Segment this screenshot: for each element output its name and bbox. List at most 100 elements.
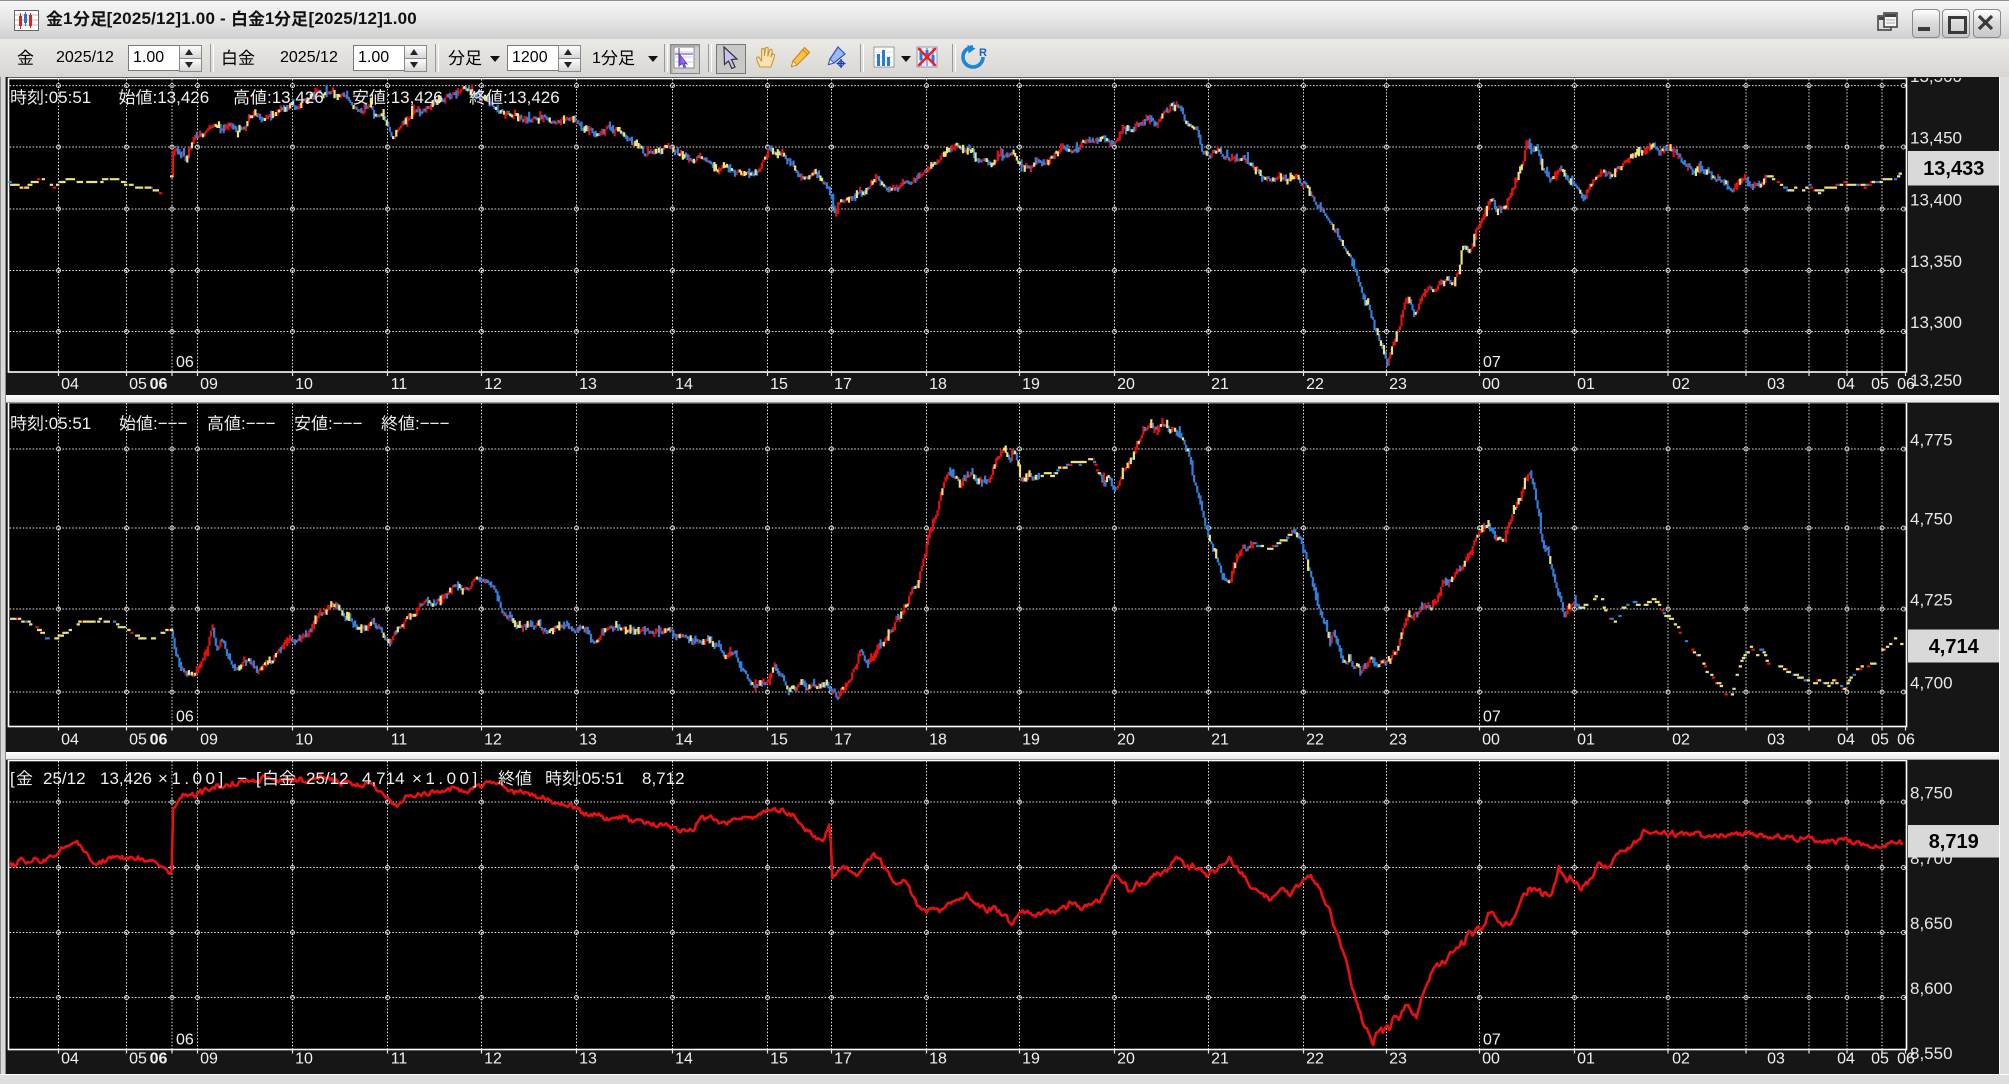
svg-text::13,426: :13,426 (153, 88, 210, 107)
svg-text:13,300: 13,300 (1910, 313, 1962, 332)
svg-text:06: 06 (1897, 376, 1915, 393)
svg-text:8,712: 8,712 (642, 769, 685, 788)
svg-text:13,500: 13,500 (1910, 67, 1962, 86)
svg-text:06: 06 (176, 1032, 194, 1049)
svg-text:25/12: 25/12 (43, 769, 86, 788)
svg-text:06: 06 (176, 709, 194, 726)
svg-text:22: 22 (1306, 732, 1324, 749)
svg-text::05:51: :05:51 (577, 769, 624, 788)
svg-text:19: 19 (1022, 732, 1040, 749)
svg-text:06: 06 (1897, 732, 1915, 749)
svg-text:05: 05 (129, 732, 147, 749)
svg-text::05:51: :05:51 (44, 88, 91, 107)
svg-text:17: 17 (834, 1051, 852, 1068)
svg-text::13,426: :13,426 (267, 88, 324, 107)
svg-text:8,750: 8,750 (1910, 784, 1953, 803)
svg-text:4,775: 4,775 (1910, 431, 1953, 450)
svg-text:21: 21 (1211, 732, 1229, 749)
svg-text:04: 04 (1837, 1051, 1855, 1068)
svg-text:02: 02 (1672, 1051, 1690, 1068)
svg-text:05: 05 (129, 1051, 147, 1068)
svg-text:05: 05 (1871, 1051, 1889, 1068)
svg-text:4,714: 4,714 (362, 769, 405, 788)
svg-text:13: 13 (579, 732, 597, 749)
svg-text:14: 14 (675, 1051, 693, 1068)
svg-text:[: [ (10, 769, 15, 788)
svg-text:04: 04 (61, 376, 79, 393)
svg-text:03: 03 (1767, 1051, 1785, 1068)
svg-text:19: 19 (1022, 376, 1040, 393)
svg-text::−−−: :−−− (241, 414, 276, 433)
svg-text:00: 00 (1482, 376, 1500, 393)
svg-text:13,350: 13,350 (1910, 252, 1962, 271)
svg-text:06: 06 (150, 732, 168, 749)
svg-text:×1.00]: ×1.00] (158, 769, 227, 788)
svg-text:25/12: 25/12 (306, 769, 349, 788)
svg-text:00: 00 (1482, 1051, 1500, 1068)
svg-text:13,250: 13,250 (1910, 371, 1962, 390)
svg-text::13,426: :13,426 (503, 88, 560, 107)
svg-text:01: 01 (1577, 732, 1595, 749)
svg-text:×1.00]: ×1.00] (412, 769, 481, 788)
svg-text:06: 06 (150, 1051, 168, 1068)
svg-text:06: 06 (176, 354, 194, 371)
svg-text:03: 03 (1767, 376, 1785, 393)
svg-text:05: 05 (1871, 376, 1889, 393)
svg-text::−−−: :−−− (415, 414, 450, 433)
svg-text:09: 09 (200, 732, 218, 749)
svg-text:07: 07 (1483, 1032, 1501, 1049)
svg-text:10: 10 (295, 376, 313, 393)
svg-text:11: 11 (391, 1051, 408, 1068)
svg-text:[: [ (256, 769, 261, 788)
svg-text:22: 22 (1306, 376, 1324, 393)
svg-text:05: 05 (1871, 732, 1889, 749)
svg-text:13: 13 (579, 1051, 597, 1068)
svg-text:4,700: 4,700 (1910, 674, 1953, 693)
svg-text:13,433: 13,433 (1923, 158, 1984, 180)
svg-text:15: 15 (770, 1051, 788, 1068)
svg-text:13,426: 13,426 (100, 769, 152, 788)
svg-text:18: 18 (929, 1051, 947, 1068)
svg-text:8,650: 8,650 (1910, 914, 1953, 933)
svg-text:20: 20 (1117, 732, 1135, 749)
svg-text:02: 02 (1672, 732, 1690, 749)
svg-text:01: 01 (1577, 376, 1595, 393)
svg-text:17: 17 (834, 376, 852, 393)
svg-text:11: 11 (391, 732, 408, 749)
svg-text:12: 12 (484, 376, 502, 393)
svg-text:04: 04 (61, 732, 79, 749)
svg-text:23: 23 (1389, 1051, 1407, 1068)
svg-text:12: 12 (484, 1051, 502, 1068)
svg-text:13: 13 (579, 376, 597, 393)
svg-text:22: 22 (1306, 1051, 1324, 1068)
svg-text:15: 15 (770, 376, 788, 393)
svg-text:23: 23 (1389, 376, 1407, 393)
svg-text:11: 11 (391, 376, 408, 393)
svg-text:17: 17 (834, 732, 852, 749)
svg-text:05: 05 (129, 376, 147, 393)
svg-text:14: 14 (675, 732, 693, 749)
svg-text:−: − (237, 769, 247, 788)
svg-text:18: 18 (929, 732, 947, 749)
svg-text:01: 01 (1577, 1051, 1595, 1068)
svg-text:20: 20 (1117, 1051, 1135, 1068)
svg-text:8,719: 8,719 (1929, 831, 1979, 853)
svg-text:10: 10 (295, 732, 313, 749)
svg-text:20: 20 (1117, 376, 1135, 393)
svg-text::05:51: :05:51 (44, 414, 91, 433)
svg-text::−−−: :−−− (153, 414, 188, 433)
svg-text:09: 09 (200, 1051, 218, 1068)
svg-text:02: 02 (1672, 376, 1690, 393)
svg-text:4,714: 4,714 (1929, 636, 1980, 658)
svg-text:09: 09 (200, 376, 218, 393)
svg-text:4,725: 4,725 (1910, 591, 1953, 610)
svg-text:03: 03 (1767, 732, 1785, 749)
svg-text:07: 07 (1483, 354, 1501, 371)
svg-text:4,750: 4,750 (1910, 510, 1953, 529)
svg-text:21: 21 (1211, 376, 1229, 393)
svg-text:15: 15 (770, 732, 788, 749)
svg-text:13,400: 13,400 (1910, 191, 1962, 210)
svg-text:13,450: 13,450 (1910, 129, 1962, 148)
svg-text::−−−: :−−− (328, 414, 363, 433)
svg-text:10: 10 (295, 1051, 313, 1068)
